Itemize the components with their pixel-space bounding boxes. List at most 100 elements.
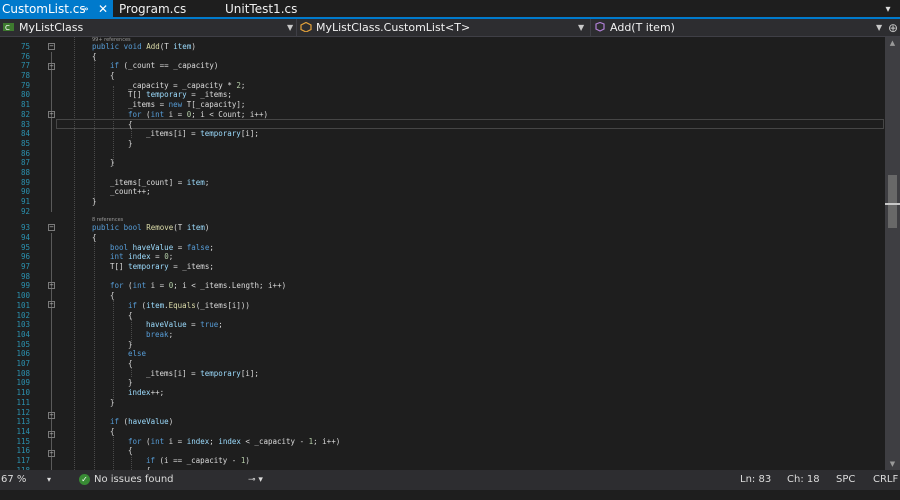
code-line: 86 bbox=[0, 149, 885, 159]
line-number: 96 bbox=[20, 252, 30, 262]
line-indicator[interactable]: Ln: 83 bbox=[740, 470, 771, 490]
code-text: } bbox=[110, 158, 115, 168]
line-number: 93 bbox=[20, 223, 30, 233]
column-indicator[interactable]: Ch: 18 bbox=[787, 470, 820, 490]
nav-separator bbox=[590, 19, 591, 37]
code-text: _count++; bbox=[110, 187, 151, 197]
type-dropdown[interactable]: MyListClass.CustomList<T> ▼ bbox=[300, 19, 587, 37]
member-dropdown[interactable]: Add(T item) ▼ bbox=[594, 19, 884, 37]
line-number: 86 bbox=[20, 148, 30, 158]
code-text: haveValue = true; bbox=[146, 320, 223, 330]
code-line: 102 { bbox=[0, 311, 885, 321]
code-text: } bbox=[110, 397, 115, 407]
code-text: if (i == _capacity - 1) bbox=[146, 456, 250, 465]
code-line: 115 for (int i = index; index < _capacity… bbox=[0, 437, 885, 447]
line-number: 78 bbox=[20, 71, 30, 80]
code-text: if (haveValue) bbox=[110, 417, 174, 427]
line-number: 85 bbox=[20, 138, 30, 148]
code-text: { bbox=[110, 71, 115, 80]
code-text: index++; bbox=[128, 388, 165, 398]
line-number: 106 bbox=[16, 349, 30, 359]
caret-position-marker bbox=[885, 203, 900, 205]
code-text: } bbox=[128, 138, 133, 148]
code-text: for (int i = 0; i < Count; i++) bbox=[128, 109, 268, 119]
line-number: 80 bbox=[20, 90, 30, 100]
line-number: 77 bbox=[20, 61, 30, 71]
member-name: Add(T item) bbox=[610, 21, 675, 34]
line-number: 113 bbox=[16, 417, 30, 427]
quick-actions-icon[interactable]: ⊸ ▾ bbox=[248, 470, 263, 490]
code-line: 87} bbox=[0, 158, 885, 168]
scroll-down-icon[interactable]: ▼ bbox=[885, 458, 900, 470]
scrollbar-thumb[interactable] bbox=[888, 175, 897, 228]
line-number: 95 bbox=[20, 242, 30, 252]
code-line: 103 haveValue = true; bbox=[0, 320, 885, 330]
line-number: 98 bbox=[20, 271, 30, 281]
check-circle-icon: ✓ bbox=[79, 474, 90, 485]
vertical-scrollbar[interactable]: ▲ ▼ bbox=[885, 37, 900, 470]
code-line: 92 bbox=[0, 207, 885, 217]
code-text: else bbox=[128, 349, 147, 359]
code-text: } bbox=[92, 197, 97, 207]
editor-status-bar: 67 % ▾ ✓ No issues found ⊸ ▾ Ln: 83 Ch: … bbox=[0, 470, 900, 490]
line-number: 111 bbox=[16, 397, 30, 407]
code-text: if (_count == _capacity) bbox=[110, 61, 219, 71]
project-dropdown[interactable]: C MyListClass ▼ bbox=[3, 19, 293, 37]
window-bottom-edge bbox=[0, 490, 900, 500]
code-line: 79 _capacity = _capacity * 2; bbox=[0, 81, 885, 91]
split-editor-icon[interactable]: ⊕ bbox=[886, 19, 900, 37]
type-name: MyListClass.CustomList<T> bbox=[316, 21, 471, 34]
code-line: 112 bbox=[0, 408, 885, 418]
line-number: 94 bbox=[20, 232, 30, 242]
code-line: 95 bool haveValue = false; bbox=[0, 243, 885, 253]
line-number: 108 bbox=[16, 368, 30, 378]
line-number: 116 bbox=[16, 446, 30, 456]
line-number: 107 bbox=[16, 359, 30, 368]
code-line: 114 { bbox=[0, 427, 885, 437]
code-line: 117 if (i == _capacity - 1) bbox=[0, 456, 885, 466]
line-number: 97 bbox=[20, 262, 30, 271]
code-line: 76 { bbox=[0, 52, 885, 62]
line-number: 90 bbox=[20, 187, 30, 197]
tab-label: Program.cs bbox=[119, 2, 187, 16]
line-ending-indicator[interactable]: CRLF bbox=[873, 470, 898, 490]
code-line: 81 _items = new T[_capacity]; bbox=[0, 100, 885, 110]
code-line: 98 bbox=[0, 272, 885, 282]
line-number: 101 bbox=[16, 300, 30, 310]
code-line: 85} bbox=[0, 139, 885, 149]
zoom-level: 67 % bbox=[1, 474, 27, 485]
code-line: 89 _items[_count] = item; bbox=[0, 178, 885, 188]
scroll-up-icon[interactable]: ▲ bbox=[885, 37, 900, 49]
code-line: 107 { bbox=[0, 359, 885, 369]
code-line: 80 T[] temporary = _items; bbox=[0, 90, 885, 100]
code-line: 109} bbox=[0, 378, 885, 388]
code-text: _items[i] = temporary[i]; bbox=[146, 129, 259, 139]
line-number: 112 bbox=[16, 407, 30, 417]
code-text: { bbox=[92, 232, 97, 242]
code-line: 82 for (int i = 0; i < Count; i++) bbox=[0, 110, 885, 120]
code-text: public void Add(T item) bbox=[92, 41, 196, 51]
document-tab-strip: CustomList.cs ⊸ ✕ Program.cs UnitTest1.c… bbox=[0, 0, 900, 19]
chevron-down-icon: ▼ bbox=[578, 23, 585, 32]
csharp-project-icon: C bbox=[3, 23, 14, 32]
code-editor[interactable]: 99+ references 8 references − − − − − − … bbox=[0, 37, 885, 470]
line-number: 99 bbox=[20, 281, 30, 291]
code-text: { bbox=[110, 291, 115, 301]
line-number: 75 bbox=[20, 41, 30, 51]
tab-label: CustomList.cs bbox=[2, 2, 86, 16]
whitespace-indicator[interactable]: SPC bbox=[836, 470, 855, 490]
line-number: 110 bbox=[16, 388, 30, 398]
code-line: 108 _items[i] = temporary[i]; bbox=[0, 369, 885, 379]
navigation-bar: C MyListClass ▼ MyListClass.CustomList<T>… bbox=[0, 19, 900, 37]
line-number: 81 bbox=[20, 100, 30, 110]
issues-indicator[interactable]: No issues found bbox=[94, 470, 174, 490]
line-number: 76 bbox=[20, 51, 30, 61]
project-name: MyListClass bbox=[19, 21, 84, 34]
code-text: public bool Remove(T item) bbox=[92, 223, 210, 233]
nav-separator bbox=[296, 19, 297, 37]
code-text: for (int i = index; index < _capacity - … bbox=[128, 436, 341, 446]
code-text: _items[i] = temporary[i]; bbox=[146, 368, 259, 378]
code-line: 90 _count++; bbox=[0, 187, 885, 197]
zoom-dropdown[interactable]: 67 % ▾ bbox=[1, 470, 61, 490]
code-line: 77 if (_count == _capacity) bbox=[0, 61, 885, 71]
